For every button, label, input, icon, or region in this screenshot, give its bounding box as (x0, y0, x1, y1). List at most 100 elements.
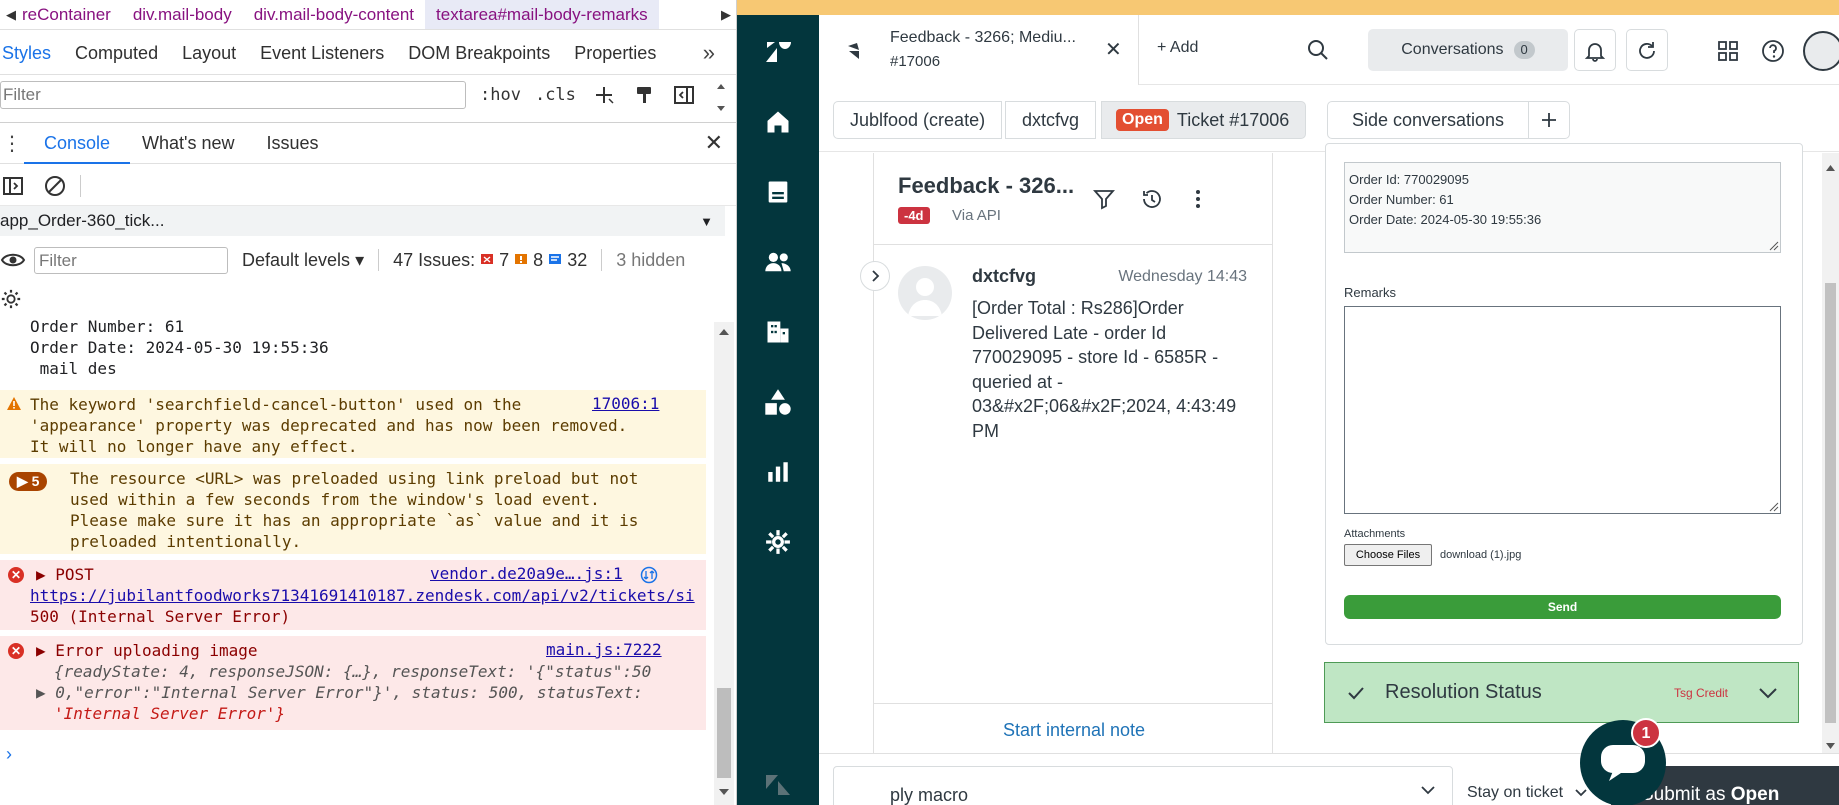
stay-on-ticket-label: Stay on ticket (1467, 784, 1564, 801)
breadcrumb-ticket[interactable]: Open Ticket #17006 (1101, 101, 1307, 139)
network-icon[interactable] (640, 566, 658, 584)
clear-console-icon[interactable] (44, 175, 66, 197)
apps-shapes-icon[interactable] (763, 387, 793, 417)
gear-icon[interactable] (0, 288, 22, 310)
stay-on-ticket-dropdown[interactable]: Stay on ticket (1467, 784, 1588, 802)
console-filter-row: Filter Default levels ▾ 47 Issues: 7 8 3… (0, 242, 736, 278)
resolution-status-accordion[interactable]: Resolution Status Tsg Credit (1324, 662, 1799, 723)
zendesk-product-icon[interactable] (763, 770, 793, 800)
js-context-select[interactable]: app_Order-360_tick... ▼ (0, 206, 725, 236)
tab-dom-breakpoints[interactable]: DOM Breakpoints (396, 31, 562, 75)
tab-whats-new[interactable]: What's new (130, 122, 246, 164)
breadcrumb-scroll-left-icon[interactable]: ◀ (0, 7, 22, 23)
help-icon[interactable] (1759, 37, 1787, 65)
ticket-tab[interactable]: Feedback - 3266; Mediu... #17006 ✕ (819, 15, 1139, 85)
breadcrumb-organization[interactable]: Jublfood (create) (833, 101, 1003, 139)
hov-toggle[interactable]: :hov (480, 85, 521, 105)
add-tab-button[interactable]: + Add (1157, 39, 1198, 57)
breadcrumb-requester[interactable]: dxtcfvg (1005, 101, 1097, 139)
conversations-button[interactable]: Conversations 0 (1368, 29, 1568, 71)
add-tab-label: Add (1169, 39, 1199, 56)
breadcrumb-item[interactable]: reContainer (22, 5, 122, 25)
side-conversations-button[interactable]: Side conversations (1327, 101, 1529, 139)
issues-counter[interactable]: 47 Issues: 7 8 32 (393, 250, 587, 271)
tab-event-listeners[interactable]: Event Listeners (248, 31, 396, 75)
avatar[interactable] (898, 266, 952, 320)
cls-toggle[interactable]: .cls (535, 85, 576, 105)
styles-filter-input[interactable]: Filter (0, 81, 466, 109)
tab-computed[interactable]: Computed (63, 31, 170, 75)
default-levels-dropdown[interactable]: Default levels ▾ (242, 250, 364, 271)
history-icon[interactable] (1140, 187, 1164, 211)
js-context-value: app_Order-360_tick... (0, 211, 165, 230)
resize-handle-icon[interactable] (1769, 241, 1779, 251)
avatar[interactable] (1803, 31, 1839, 71)
close-tab-icon[interactable]: ✕ (1105, 37, 1122, 62)
paint-brush-icon[interactable] (632, 83, 656, 107)
drawer-menu-icon[interactable]: ⋮ (0, 131, 24, 156)
filter-icon[interactable] (1092, 187, 1116, 211)
warning-message: The keyword 'searchfield-cancel-button' … (0, 390, 706, 458)
tab-issues[interactable]: Issues (247, 122, 331, 164)
close-drawer-icon[interactable]: ✕ (705, 130, 723, 156)
home-icon[interactable] (763, 107, 793, 137)
tab-console[interactable]: Console (24, 122, 131, 164)
app-scrollbar[interactable] (1822, 153, 1839, 753)
upload-error-object-line[interactable]: ▶ 0,"error":"Internal Server Error"}', s… (0, 682, 706, 703)
views-icon[interactable] (763, 177, 793, 207)
breadcrumb-item[interactable]: div.mail-body-content (243, 5, 425, 25)
console-filter-input[interactable]: Filter (34, 246, 228, 274)
remarks-textarea[interactable] (1344, 306, 1781, 514)
repeat-count-badge[interactable]: ▶ 5 (9, 472, 48, 491)
post-error-source-link[interactable]: vendor.de20a9e….js:1 (430, 564, 623, 583)
choose-files-button[interactable]: Choose Files (1344, 544, 1432, 566)
breadcrumb-item-selected[interactable]: textarea#mail-body-remarks (425, 0, 659, 29)
resolution-status-title: Resolution Status (1385, 681, 1542, 703)
console-prompt-icon[interactable]: › (6, 744, 12, 765)
organizations-icon[interactable] (763, 317, 793, 347)
reporting-icon[interactable] (763, 457, 793, 487)
app-sidebar: Order Id: 770029095 Order Number: 61 Ord… (1273, 143, 1839, 805)
live-expression-eye-icon[interactable] (0, 250, 26, 270)
app-scrollbar-thumb[interactable] (1825, 283, 1836, 723)
admin-gear-icon[interactable] (763, 527, 793, 557)
expand-context-button[interactable] (860, 261, 890, 291)
breadcrumb-item[interactable]: div.mail-body (122, 5, 243, 25)
chevron-down-icon (1574, 788, 1588, 797)
show-sidebar-icon[interactable] (2, 175, 24, 197)
tab-styles[interactable]: Styles (0, 31, 63, 75)
log-message: Order Number: 61 Order Date: 2024-05-30 … (0, 316, 706, 379)
tab-properties[interactable]: Properties (562, 31, 668, 75)
more-options-icon[interactable] (1186, 187, 1210, 211)
console-scrollbar[interactable] (714, 322, 734, 805)
send-button[interactable]: Send (1344, 595, 1781, 619)
customers-icon[interactable] (763, 247, 793, 277)
message-author[interactable]: dxtcfvg (972, 266, 1036, 287)
ticket-tab-bar: Feedback - 3266; Mediu... #17006 ✕ + Add… (819, 15, 1839, 85)
post-error-url[interactable]: https://jubilantfoodworks71341691410187.… (0, 585, 706, 606)
styles-scrollbar[interactable] (714, 80, 728, 114)
order-360-app-card: Order Id: 770029095 Order Number: 61 Ord… (1325, 143, 1803, 645)
start-internal-note-link[interactable]: Start internal note (874, 720, 1274, 741)
order-line: Order Date: 2024-05-30 19:55:36 (1349, 212, 1542, 227)
console-scrollbar-thumb[interactable] (717, 688, 731, 778)
refresh-icon[interactable] (1633, 37, 1661, 65)
new-style-rule-icon[interactable] (592, 83, 616, 107)
warning-line: The resource <URL> was preloaded using l… (70, 469, 639, 488)
breadcrumb-scroll-right-icon[interactable]: ▶ (715, 7, 736, 23)
upload-error-source-link[interactable]: main.js:7222 (546, 640, 662, 659)
order-details-textarea[interactable]: Order Id: 770029095 Order Number: 61 Ord… (1344, 162, 1781, 253)
add-side-conversation-button[interactable] (1528, 101, 1570, 139)
warning-source-link[interactable]: 17006:1 (592, 394, 659, 413)
apply-macro-select[interactable]: ply macro (833, 766, 1453, 805)
product-tray-icon[interactable] (1714, 37, 1742, 65)
tab-layout[interactable]: Layout (170, 31, 248, 75)
dom-breadcrumb-bar: ◀ reContainer div.mail-body div.mail-bod… (0, 0, 736, 30)
more-tabs-icon[interactable]: » (703, 40, 736, 66)
zendesk-logo-icon[interactable] (763, 37, 793, 67)
resize-handle-icon[interactable] (1769, 502, 1779, 512)
bell-icon[interactable] (1581, 37, 1609, 65)
search-icon[interactable] (1307, 39, 1329, 66)
toggle-sidebar-icon[interactable] (672, 83, 696, 107)
order-line: Order Id: 770029095 (1349, 172, 1469, 187)
